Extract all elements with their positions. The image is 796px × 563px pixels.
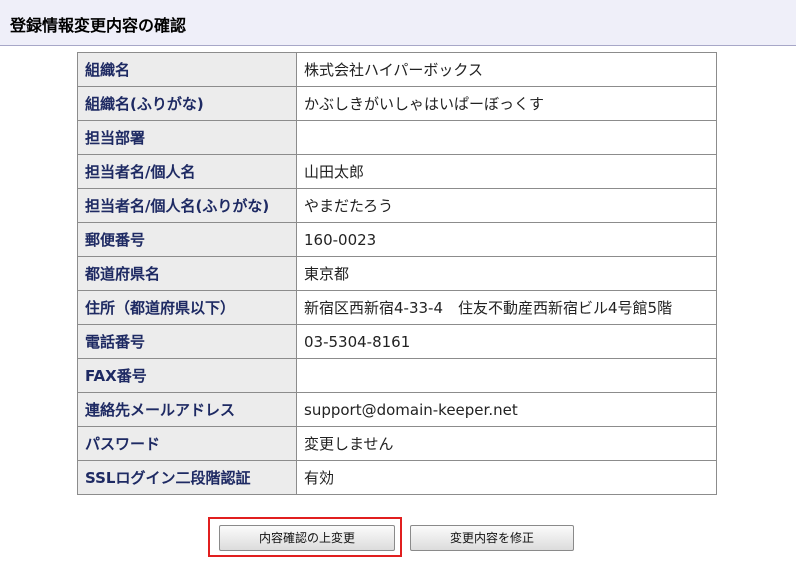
row-value: 変更しません	[296, 426, 717, 461]
row-label: 郵便番号	[77, 222, 297, 257]
row-value: 株式会社ハイパーボックス	[296, 52, 717, 87]
button-area: 内容確認の上変更 変更内容を修正	[0, 515, 796, 561]
table-row: 担当部署	[77, 120, 717, 155]
row-value: 160-0023	[296, 222, 717, 257]
row-label: 電話番号	[77, 324, 297, 359]
row-value: support@domain-keeper.net	[296, 392, 717, 427]
page-header: 登録情報変更内容の確認	[0, 0, 796, 46]
row-value	[296, 120, 717, 155]
row-value	[296, 358, 717, 393]
confirm-change-button[interactable]: 内容確認の上変更	[219, 525, 395, 551]
table-row: 連絡先メールアドレス support@domain-keeper.net	[77, 392, 717, 427]
table-row: 担当者名/個人名 山田太郎	[77, 154, 717, 189]
registration-info-table: 組織名 株式会社ハイパーボックス 組織名(ふりがな) かぶしきがいしゃはいぱーぼ…	[77, 52, 717, 495]
page-title: 登録情報変更内容の確認	[10, 16, 187, 35]
row-label: 連絡先メールアドレス	[77, 392, 297, 427]
table-row: 組織名(ふりがな) かぶしきがいしゃはいぱーぼっくす	[77, 86, 717, 121]
row-value: やまだたろう	[296, 188, 717, 223]
row-label: 担当者名/個人名(ふりがな)	[77, 188, 297, 223]
row-value: 有効	[296, 460, 717, 495]
edit-changes-button[interactable]: 変更内容を修正	[410, 525, 574, 551]
row-value: かぶしきがいしゃはいぱーぼっくす	[296, 86, 717, 121]
table-row: 担当者名/個人名(ふりがな) やまだたろう	[77, 188, 717, 223]
row-value: 新宿区西新宿4-33-4 住友不動産西新宿ビル4号館5階	[296, 290, 717, 325]
row-value: 山田太郎	[296, 154, 717, 189]
table-row: 電話番号 03-5304-8161	[77, 324, 717, 359]
table-row: SSLログイン二段階認証 有効	[77, 460, 717, 495]
table-row: 郵便番号 160-0023	[77, 222, 717, 257]
row-label: FAX番号	[77, 358, 297, 393]
row-label: パスワード	[77, 426, 297, 461]
row-label: 組織名	[77, 52, 297, 87]
row-value: 東京都	[296, 256, 717, 291]
row-label: 組織名(ふりがな)	[77, 86, 297, 121]
table-row: 住所（都道府県以下） 新宿区西新宿4-33-4 住友不動産西新宿ビル4号館5階	[77, 290, 717, 325]
row-value: 03-5304-8161	[296, 324, 717, 359]
row-label: 都道府県名	[77, 256, 297, 291]
row-label: 担当部署	[77, 120, 297, 155]
table-row: FAX番号	[77, 358, 717, 393]
row-label: 担当者名/個人名	[77, 154, 297, 189]
row-label: 住所（都道府県以下）	[77, 290, 297, 325]
table-row: 組織名 株式会社ハイパーボックス	[77, 52, 717, 87]
row-label: SSLログイン二段階認証	[77, 460, 297, 495]
table-row: パスワード 変更しません	[77, 426, 717, 461]
table-row: 都道府県名 東京都	[77, 256, 717, 291]
